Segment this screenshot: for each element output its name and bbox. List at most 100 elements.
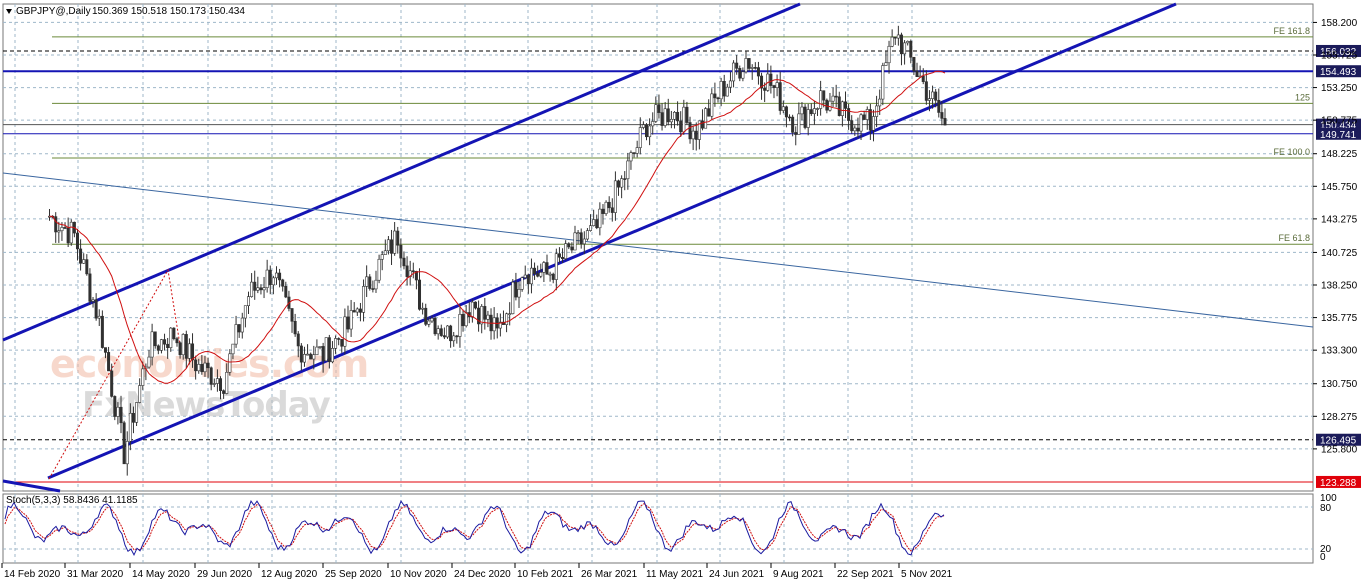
- candle-body: [358, 308, 362, 313]
- candle-body: [349, 310, 353, 330]
- candle-body: [644, 124, 648, 138]
- lower-left-line[interactable]: [2, 479, 61, 493]
- candle-body: [853, 127, 857, 132]
- candle-body: [539, 272, 543, 277]
- candle-body: [881, 65, 885, 100]
- candle-body: [744, 58, 748, 73]
- candle-body: [772, 85, 776, 88]
- candle-body: [694, 130, 698, 140]
- candle-body: [663, 108, 667, 126]
- candle-body: [660, 112, 664, 126]
- candle-body: [442, 335, 446, 338]
- candle-body: [623, 178, 627, 180]
- candle-body: [368, 276, 372, 289]
- candle-body: [666, 108, 670, 123]
- candle-body: [315, 346, 319, 356]
- candle-body: [601, 208, 605, 214]
- candle-body: [107, 352, 111, 372]
- candle-body: [390, 239, 394, 254]
- candle-body: [330, 348, 334, 363]
- candle-body: [520, 277, 524, 290]
- candle-body: [837, 96, 841, 116]
- candle-body: [567, 243, 571, 248]
- candle-body: [265, 269, 269, 289]
- candle-body: [247, 296, 251, 307]
- candle-body: [551, 273, 555, 280]
- candle-body: [809, 109, 813, 115]
- candle-body: [654, 104, 658, 122]
- candle-body: [327, 337, 331, 363]
- candle-body: [181, 334, 185, 356]
- time-tick-label: 14 May 2020: [132, 569, 190, 580]
- candle-body: [781, 106, 785, 111]
- candle-body: [309, 353, 313, 360]
- candle-body: [156, 345, 160, 351]
- candle-body: [775, 82, 779, 88]
- candle-body: [262, 287, 266, 291]
- candle-body: [582, 238, 586, 245]
- candle-body: [542, 262, 546, 273]
- candle-body: [225, 371, 229, 394]
- candle-body: [184, 334, 188, 359]
- candle-body: [54, 216, 58, 233]
- candle-body: [228, 353, 232, 373]
- candle-body: [508, 313, 512, 316]
- candle-body: [284, 285, 288, 298]
- candle-body: [937, 99, 941, 113]
- candle-body: [878, 98, 882, 107]
- candle-body: [386, 239, 390, 252]
- candle-body: [794, 132, 798, 135]
- chart-menu-triangle-icon[interactable]: [6, 9, 12, 14]
- candle-body: [405, 265, 409, 277]
- candle-body: [399, 244, 403, 259]
- fib-level-label: FE 61.8: [1278, 233, 1310, 243]
- candle-body: [570, 246, 574, 251]
- candle-body: [579, 232, 583, 245]
- candle-body: [909, 41, 913, 58]
- candle-body: [486, 314, 490, 320]
- channel-lower-line[interactable]: [47, 2, 1177, 480]
- candle-body: [632, 152, 636, 154]
- candle-body: [585, 230, 589, 240]
- candle-body: [91, 299, 95, 302]
- candle-body: [66, 227, 70, 244]
- candle-body: [393, 230, 397, 254]
- candle-body: [533, 267, 537, 274]
- price-level-label: 123.288: [1320, 478, 1357, 489]
- price-tick-label: 135.775: [1321, 313, 1358, 324]
- candle-body: [128, 413, 132, 442]
- candle-body: [200, 363, 204, 373]
- candle-body: [150, 331, 154, 358]
- candle-body: [278, 272, 282, 281]
- candle-body: [79, 248, 83, 264]
- candle-body: [536, 273, 540, 277]
- candle-body: [648, 125, 652, 138]
- candle-body: [352, 310, 356, 313]
- candle-body: [704, 108, 708, 129]
- candle-body: [57, 230, 61, 233]
- long-trend-line[interactable]: [2, 172, 1314, 328]
- candle-body: [887, 45, 891, 64]
- candle-body: [604, 201, 608, 214]
- candle-body: [893, 36, 897, 39]
- candle-body: [94, 299, 98, 319]
- time-tick-label: 10 Nov 2020: [390, 569, 447, 580]
- candle-body: [576, 232, 580, 235]
- candle-body: [63, 227, 67, 229]
- candle-body: [940, 112, 944, 119]
- candle-body: [732, 62, 736, 82]
- time-tick-label: 22 Sep 2021: [837, 569, 894, 580]
- candle-body: [927, 98, 931, 101]
- candle-body: [884, 62, 888, 66]
- time-tick-label: 25 Sep 2020: [325, 569, 382, 580]
- candle-body: [819, 90, 823, 109]
- candle-body: [396, 230, 400, 246]
- candle-body: [828, 100, 832, 111]
- candle-body: [791, 116, 795, 133]
- candle-body: [573, 232, 577, 251]
- candle-body: [215, 378, 219, 384]
- time-tick-label: 11 May 2021: [646, 569, 704, 580]
- candle-body: [685, 106, 689, 123]
- gbpjpy-daily-chart[interactable]: FE 161.8 125 FE 100.0 FE 61.8 economies.com…: [0, 0, 1362, 584]
- candle-body: [274, 272, 278, 279]
